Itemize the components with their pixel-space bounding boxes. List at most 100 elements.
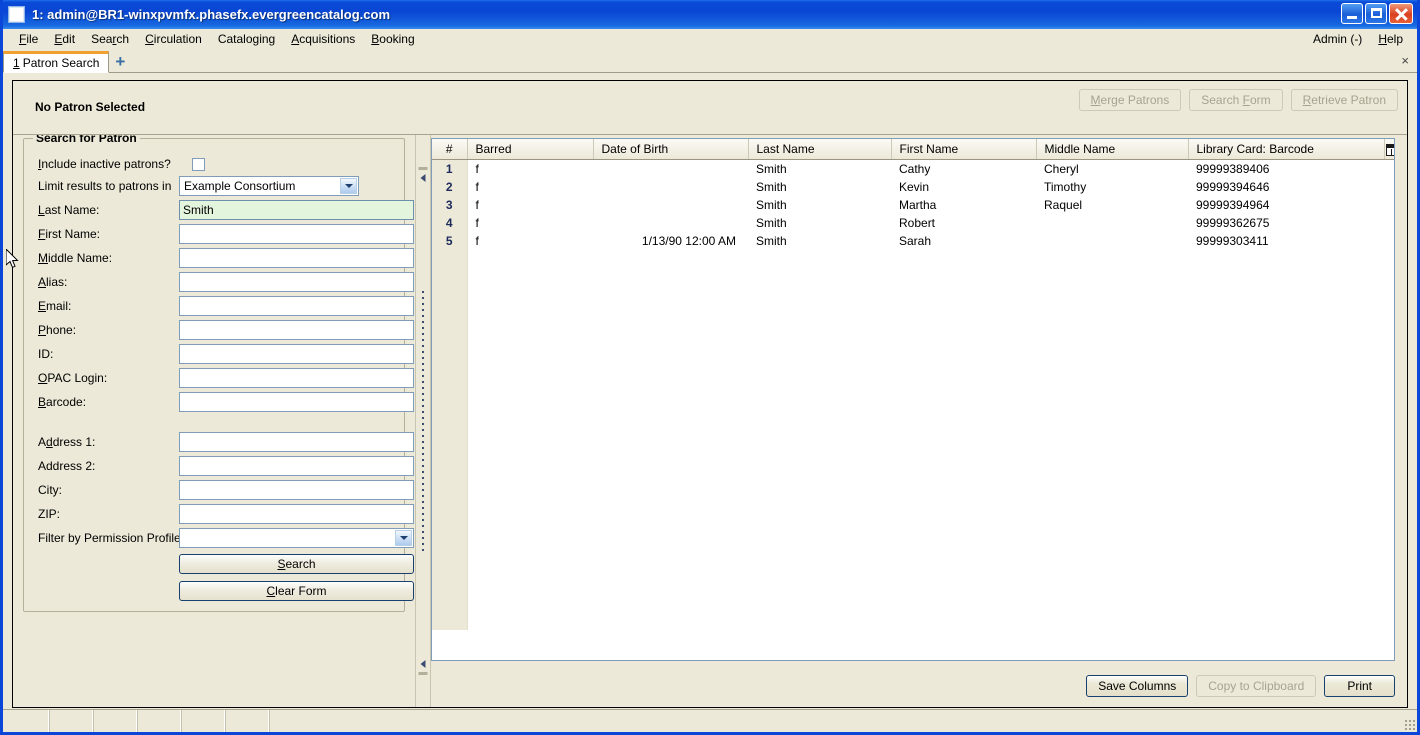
middle-name-input[interactable]	[179, 248, 414, 268]
search-button[interactable]: Search	[179, 554, 414, 574]
permission-profile-select[interactable]	[179, 528, 414, 548]
first-name-label: First Name:	[38, 227, 101, 241]
col-header-middle-name[interactable]: Middle Name	[1036, 139, 1189, 160]
menu-edit[interactable]: Edit	[46, 31, 83, 47]
pane-splitter[interactable]	[415, 135, 431, 707]
table-row[interactable]: 2 f Smith Kevin Timothy 99999394646	[432, 177, 1394, 196]
address-1-input[interactable]	[179, 432, 414, 452]
cell-number: 3	[432, 195, 468, 214]
opac-login-label: OPAC Login:	[38, 371, 108, 385]
email-input[interactable]	[179, 296, 414, 316]
menu-bar-right: Admin (-) Help	[1305, 29, 1411, 48]
cell-dob: 1/13/90 12:00 AM	[593, 231, 748, 250]
split-container: Search for Patron Include inactive patro…	[13, 135, 1407, 707]
menu-cataloging[interactable]: Cataloging	[210, 31, 283, 47]
table-row[interactable]: 5 f 1/13/90 12:00 AM Smith Sarah 9999930…	[432, 231, 1394, 250]
alias-input[interactable]	[179, 272, 414, 292]
zip-input[interactable]	[179, 504, 414, 524]
col-header-last-name[interactable]: Last Name	[748, 139, 892, 160]
cell-barcode: 99999394964	[1188, 195, 1384, 214]
results-grid[interactable]: # Barred Date of Birth Last Name First N…	[431, 138, 1395, 661]
cell-spacer	[432, 249, 468, 630]
menu-booking[interactable]: Booking	[363, 31, 422, 47]
row-barcode: Barcode:	[24, 391, 414, 413]
search-form-button[interactable]: Search Form	[1189, 89, 1283, 111]
row-phone: Phone:	[24, 319, 414, 341]
col-header-number[interactable]: #	[432, 139, 468, 160]
groupbox-legend: Search for Patron	[33, 135, 140, 145]
menu-bar: File Edit Search Circulation Cataloging …	[3, 29, 1417, 48]
close-button[interactable]	[1389, 3, 1413, 24]
results-pane: # Barred Date of Birth Last Name First N…	[431, 135, 1407, 707]
menu-help[interactable]: Help	[1370, 31, 1411, 47]
status-cell	[181, 710, 225, 732]
tab-close-icon[interactable]: ×	[1401, 53, 1409, 68]
status-cell	[5, 710, 49, 732]
status-cell	[137, 710, 181, 732]
col-header-first-name[interactable]: First Name	[891, 139, 1037, 160]
save-columns-button[interactable]: Save Columns	[1086, 675, 1189, 697]
merge-patrons-button[interactable]: Merge Patrons	[1078, 89, 1182, 111]
splitter-grip-bottom	[418, 672, 428, 675]
city-input[interactable]	[179, 480, 414, 500]
limit-results-select[interactable]: Example Consortium	[179, 176, 359, 196]
middle-name-label: Middle Name:	[38, 251, 113, 265]
search-for-patron-groupbox: Search for Patron Include inactive patro…	[23, 135, 414, 612]
clear-form-button[interactable]: Clear Form	[179, 581, 414, 601]
menu-file[interactable]: File	[11, 31, 46, 47]
menu-admin[interactable]: Admin (-)	[1305, 31, 1370, 47]
limit-results-label: Limit results to patrons in	[38, 179, 172, 193]
row-address-2: Address 2:	[24, 455, 414, 477]
cell-dob	[593, 159, 748, 178]
table-row[interactable]: 4 f Smith Robert 99999362675	[432, 213, 1394, 232]
cell-spacer	[1384, 213, 1394, 232]
cell-barred: f	[467, 231, 593, 250]
results-body: 1 f Smith Cathy Cheryl 99999389406 2 f S…	[432, 159, 1394, 630]
phone-input[interactable]	[179, 320, 414, 340]
col-header-barred[interactable]: Barred	[467, 139, 594, 160]
city-label: City:	[38, 483, 62, 497]
row-city: City:	[24, 479, 414, 501]
id-input[interactable]	[179, 344, 414, 364]
column-picker-button[interactable]	[1384, 139, 1394, 160]
table-row[interactable]: 3 f Smith Martha Raquel 99999394964	[432, 195, 1394, 214]
title-bar: 1: admin@BR1-winxpvmfx.phasefx.evergreen…	[3, 0, 1417, 29]
tab-patron-search[interactable]: 1 Patron Search	[3, 51, 110, 73]
application-window: 1: admin@BR1-winxpvmfx.phasefx.evergreen…	[0, 0, 1420, 735]
resize-grip-icon[interactable]	[1401, 710, 1417, 732]
cell-first-name: Sarah	[891, 231, 1036, 250]
print-button[interactable]: Print	[1324, 675, 1395, 697]
opac-login-input[interactable]	[179, 368, 414, 388]
cell-barcode: 99999394646	[1188, 177, 1384, 196]
address-2-label: Address 2:	[38, 459, 96, 473]
splitter-collapse-left-icon-2[interactable]	[420, 660, 426, 668]
cell-middle-name	[1036, 231, 1188, 250]
col-header-date-of-birth[interactable]: Date of Birth	[593, 139, 749, 160]
patron-search-workarea: No Patron Selected Merge Patrons Search …	[12, 80, 1408, 708]
patron-action-buttons: Merge Patrons Search Form Retrieve Patro…	[1078, 89, 1398, 111]
barcode-input[interactable]	[179, 392, 414, 412]
copy-to-clipboard-button[interactable]: Copy to Clipboard	[1196, 675, 1317, 697]
cell-barcode: 99999389406	[1188, 159, 1384, 178]
menu-search[interactable]: Search	[83, 31, 137, 47]
tab-label: Patron Search	[22, 56, 100, 70]
cell-last-name: Smith	[748, 159, 891, 178]
splitter-collapse-left-icon[interactable]	[420, 174, 426, 182]
include-inactive-checkbox[interactable]	[192, 157, 205, 171]
cell-first-name: Cathy	[891, 159, 1036, 178]
menu-acquisitions[interactable]: Acquisitions	[283, 31, 363, 47]
menu-circulation[interactable]: Circulation	[137, 31, 210, 47]
results-action-buttons: Save Columns Copy to Clipboard Print	[1086, 675, 1395, 697]
new-tab-button[interactable]: +	[115, 53, 125, 70]
maximize-button[interactable]	[1365, 3, 1387, 24]
col-header-library-card-barcode[interactable]: Library Card: Barcode	[1188, 139, 1385, 160]
cell-barred: f	[467, 213, 593, 232]
retrieve-patron-button[interactable]: Retrieve Patron	[1290, 89, 1398, 111]
last-name-input[interactable]	[179, 200, 414, 220]
minimize-button[interactable]	[1341, 3, 1363, 24]
address-2-input[interactable]	[179, 456, 414, 476]
table-row[interactable]: 1 f Smith Cathy Cheryl 99999389406	[432, 159, 1394, 178]
cell-middle-name: Timothy	[1036, 177, 1188, 196]
cell-dob	[593, 177, 748, 196]
first-name-input[interactable]	[179, 224, 414, 244]
